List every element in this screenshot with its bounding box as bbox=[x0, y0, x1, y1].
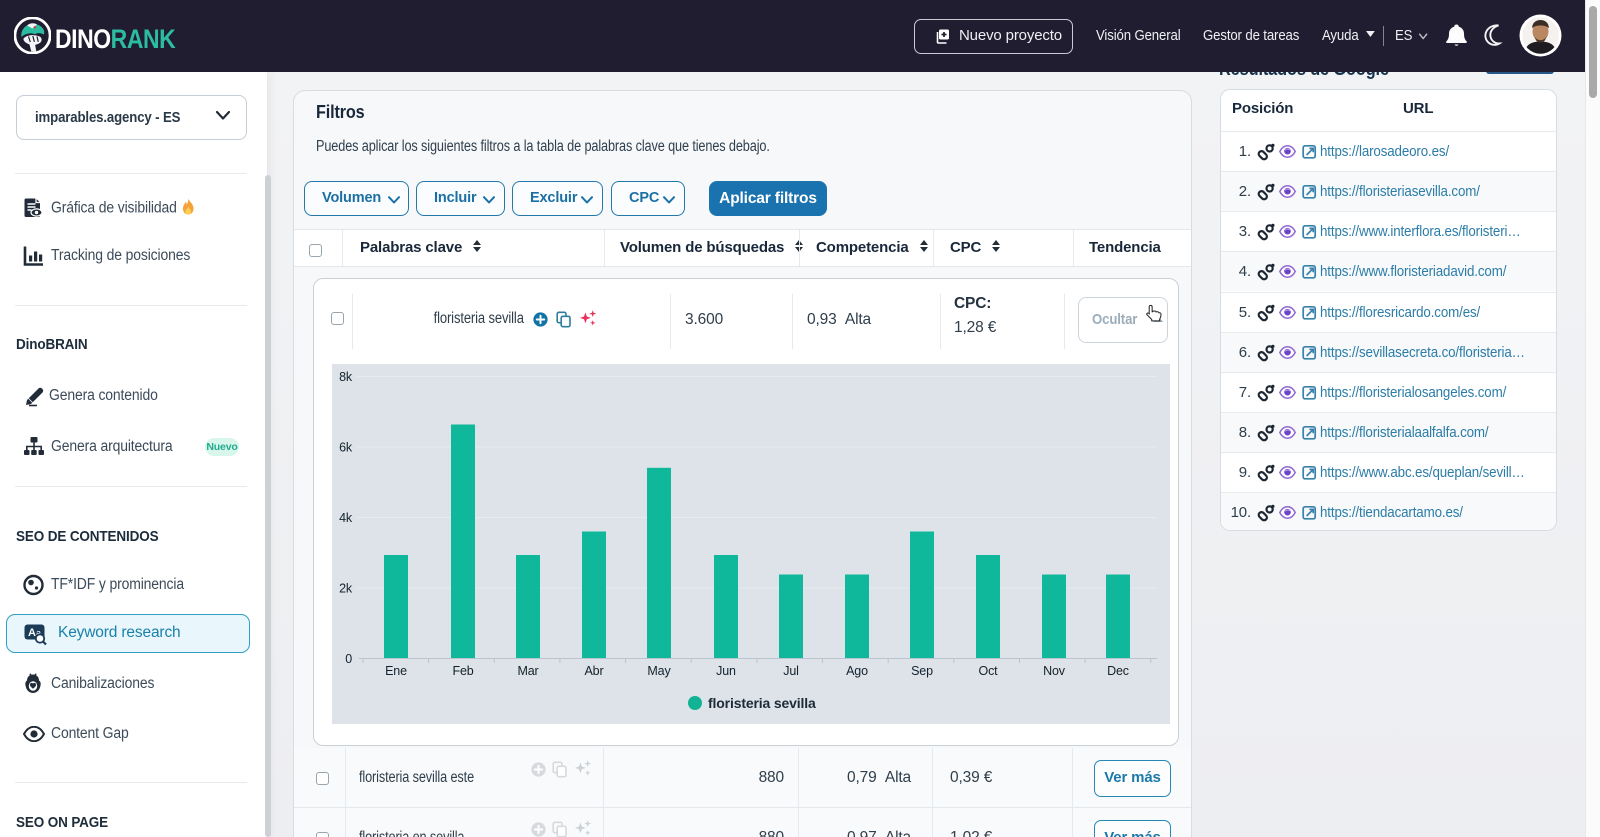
svg-text:Jul: Jul bbox=[783, 664, 799, 678]
svg-text:Sep: Sep bbox=[911, 664, 933, 678]
svg-text:Feb: Feb bbox=[452, 664, 473, 678]
svg-text:Nov: Nov bbox=[1043, 664, 1066, 678]
svg-text:Dec: Dec bbox=[1107, 664, 1129, 678]
svg-text:0: 0 bbox=[345, 652, 352, 666]
svg-text:Ene: Ene bbox=[385, 664, 407, 678]
svg-text:Abr: Abr bbox=[584, 664, 603, 678]
svg-text:4k: 4k bbox=[339, 511, 353, 525]
svg-text:Oct: Oct bbox=[979, 664, 999, 678]
svg-text:floristeria sevilla: floristeria sevilla bbox=[708, 695, 816, 711]
svg-text:Mar: Mar bbox=[517, 664, 538, 678]
svg-text:2k: 2k bbox=[339, 582, 353, 596]
svg-text:May: May bbox=[647, 664, 671, 678]
svg-text:A: A bbox=[28, 627, 36, 639]
svg-text:Jun: Jun bbox=[716, 664, 736, 678]
svg-text:8k: 8k bbox=[339, 370, 353, 384]
svg-text:Ago: Ago bbox=[846, 664, 868, 678]
svg-text:6k: 6k bbox=[339, 441, 353, 455]
